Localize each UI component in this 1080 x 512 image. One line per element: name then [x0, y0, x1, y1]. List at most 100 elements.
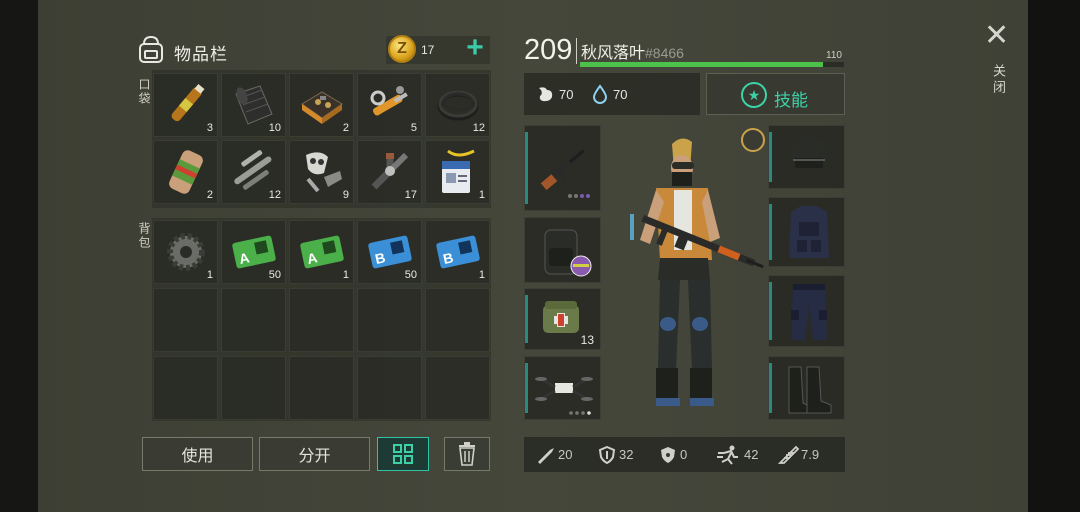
- food-value: 70: [559, 87, 574, 102]
- id-badge-icon: [442, 149, 475, 193]
- vest-slot[interactable]: [768, 197, 845, 267]
- boots-icon: [788, 366, 832, 414]
- assault-rifle-icon: [540, 149, 590, 198]
- pocket-slot-10[interactable]: 1: [425, 140, 490, 204]
- sector-a-card-icon: A: [300, 235, 344, 269]
- slot-indicator: [525, 132, 528, 204]
- item-qty: 2: [342, 122, 349, 134]
- mask-scrap-icon: [306, 152, 342, 193]
- radiation-icon: [661, 447, 675, 463]
- item-qty: 3: [206, 122, 213, 134]
- item-qty: 1: [206, 269, 213, 281]
- backpack-slot-11[interactable]: [153, 356, 218, 420]
- medkit-icon: [543, 301, 579, 333]
- backpack-slot-8[interactable]: [289, 288, 354, 352]
- pocket-slot-6[interactable]: 2: [153, 140, 218, 204]
- pocket-slot-3[interactable]: 2: [289, 73, 354, 137]
- weight-wing-icon: [778, 445, 800, 464]
- close-label[interactable]: 关闭: [989, 64, 1008, 96]
- split-button[interactable]: 分开: [259, 437, 370, 471]
- backpack-slot-6[interactable]: [153, 288, 218, 352]
- coin-count: 17: [421, 43, 435, 57]
- slot-indicator: [525, 295, 528, 343]
- level-separator: [576, 38, 577, 64]
- water-value: 70: [613, 87, 628, 102]
- player-level: 209: [524, 34, 573, 66]
- drone-icon: [535, 377, 593, 415]
- backpack-slot-13[interactable]: [289, 356, 354, 420]
- stomach-icon: [539, 87, 553, 102]
- item-qty: 17: [404, 189, 417, 201]
- backpack-equip-slot[interactable]: [524, 217, 601, 283]
- inventory-title: 物品栏: [174, 45, 228, 64]
- pocket-slot-5[interactable]: 12: [425, 73, 490, 137]
- backpack-slot-12[interactable]: [221, 356, 286, 420]
- pants-icon: [791, 284, 827, 340]
- hp-bar-fill: [580, 62, 823, 67]
- pocket-slot-9[interactable]: 17: [357, 140, 422, 204]
- backpack-slot-7[interactable]: [221, 288, 286, 352]
- pocket-slot-4[interactable]: 5: [357, 73, 422, 137]
- left-letterbox: [0, 0, 38, 512]
- weight-value: 7.9: [801, 447, 820, 462]
- pocket-slot-7[interactable]: 12: [221, 140, 286, 204]
- backpack-slot-1[interactable]: 1: [153, 220, 218, 284]
- speed-value: 42: [744, 447, 759, 462]
- grid-icon: [393, 444, 413, 464]
- player-id-tag: #8466: [645, 45, 684, 61]
- drone-slot[interactable]: [524, 356, 601, 420]
- skills-label: 技能: [774, 91, 808, 110]
- player-name-text: 秋风落叶: [581, 45, 646, 62]
- trash-icon: [459, 442, 475, 466]
- item-qty: 9: [342, 189, 349, 201]
- backpack-icon: [139, 35, 163, 63]
- close-icon[interactable]: ✕: [984, 21, 1010, 51]
- slot-indicator: [769, 363, 772, 413]
- add-coins-button[interactable]: +: [460, 33, 490, 64]
- use-button[interactable]: 使用: [142, 437, 253, 471]
- pocket-slot-2[interactable]: 10: [221, 73, 286, 137]
- backpack-label: 背包: [137, 222, 151, 250]
- helmet-slot[interactable]: [768, 125, 845, 189]
- coin-icon: Z: [388, 35, 416, 63]
- backpack-slot-14[interactable]: [357, 356, 422, 420]
- backpack-slot-10[interactable]: [425, 288, 490, 352]
- mechanical-parts-icon: [370, 86, 408, 116]
- ampoule-icon: [171, 84, 205, 122]
- defense-shield-icon: [598, 446, 616, 464]
- pocket-slot-1[interactable]: 3: [153, 73, 218, 137]
- backpack-slot-3[interactable]: A 1: [289, 220, 354, 284]
- radiation-value: 0: [680, 447, 688, 462]
- tactical-backpack-icon: [544, 229, 592, 277]
- pants-slot[interactable]: [768, 275, 845, 347]
- backpack-slot-15[interactable]: [425, 356, 490, 420]
- slot-indicator: [769, 282, 772, 340]
- pocket-label: 口袋: [137, 78, 151, 106]
- player-name: 秋风落叶#8466: [581, 39, 684, 63]
- item-qty: 2: [206, 189, 213, 201]
- pocket-slot-8[interactable]: 9: [289, 140, 354, 204]
- sort-grid-button[interactable]: [377, 437, 429, 471]
- weapon-slot[interactable]: [524, 125, 601, 211]
- item-qty: 1: [478, 189, 485, 201]
- item-qty: 1: [478, 269, 485, 281]
- boots-slot[interactable]: [768, 356, 845, 420]
- backpack-slot-2[interactable]: A 50: [221, 220, 286, 284]
- hp-max: 110: [826, 50, 842, 61]
- item-qty: 12: [472, 122, 485, 134]
- right-letterbox: [1028, 0, 1080, 512]
- medkit-slot[interactable]: 13: [524, 288, 601, 350]
- item-qty: 12: [268, 189, 281, 201]
- character-avatar: [630, 138, 764, 406]
- sector-b-card-icon: B: [436, 235, 480, 269]
- gear-icon: [167, 233, 205, 271]
- water-drop-icon: [592, 84, 608, 104]
- backpack-slot-9[interactable]: [357, 288, 422, 352]
- trash-button[interactable]: [444, 437, 490, 471]
- medkit-qty: 13: [580, 333, 594, 347]
- backpack-slot-5[interactable]: B 1: [425, 220, 490, 284]
- slot-indicator: [769, 204, 772, 260]
- backpack-slot-4[interactable]: B 50: [357, 220, 422, 284]
- star-icon: ★: [741, 82, 767, 108]
- defense-value: 32: [619, 447, 634, 462]
